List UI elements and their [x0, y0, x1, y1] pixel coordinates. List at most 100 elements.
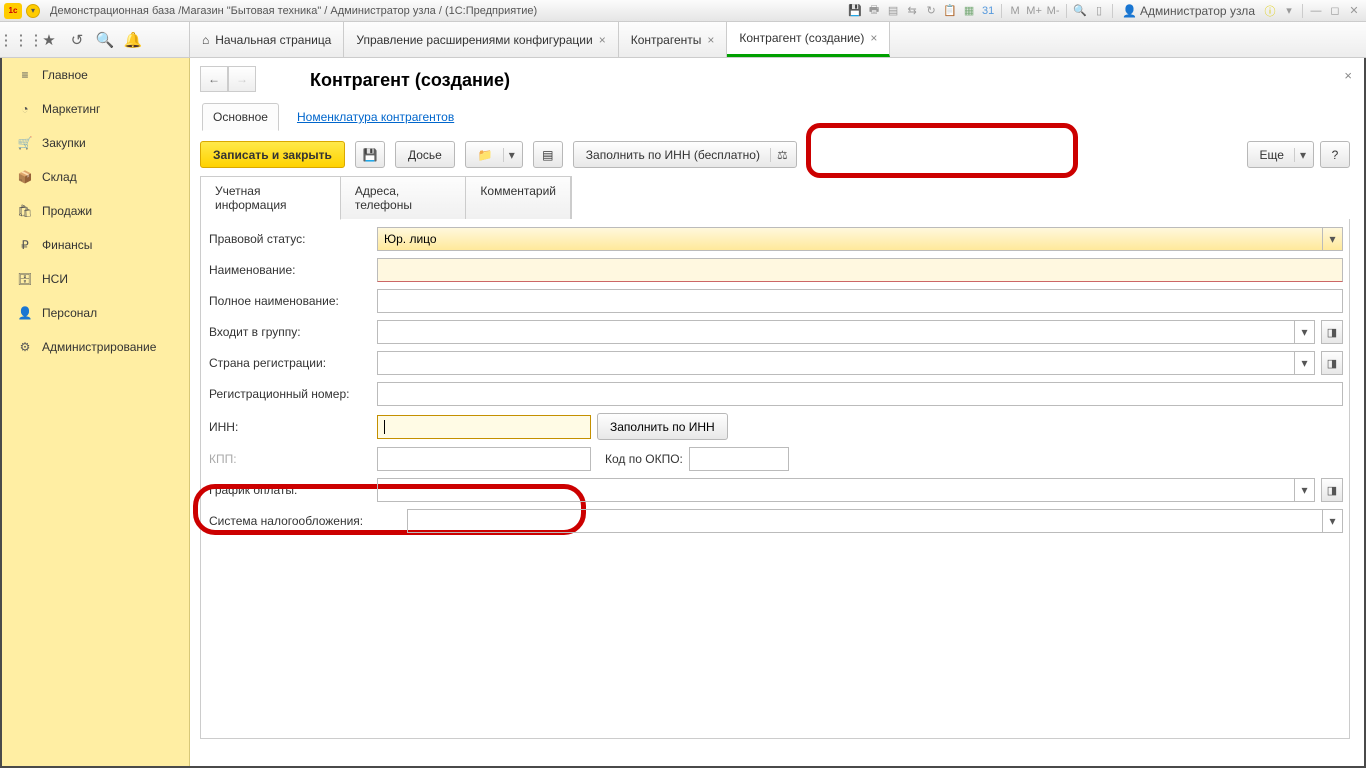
fill-by-inn-free-button[interactable]: Заполнить по ИНН (бесплатно) ⚖ — [573, 141, 797, 168]
minimize-icon[interactable]: — — [1308, 3, 1324, 19]
legal-status-select[interactable]: Юр. лицо ▾ — [377, 227, 1343, 251]
zoom-icon[interactable]: 🔍 — [1072, 3, 1088, 19]
legal-icon[interactable]: ⚖ — [770, 148, 794, 162]
apps-icon[interactable]: ⋮⋮⋮ — [12, 31, 30, 49]
current-user[interactable]: 👤Администратор узла — [1118, 4, 1259, 18]
refresh-icon[interactable]: ↻ — [923, 3, 939, 19]
tab-close-icon[interactable]: × — [707, 33, 714, 47]
schedule-select[interactable]: ▾ — [377, 478, 1315, 502]
app-logo: 1c — [4, 3, 22, 19]
country-select[interactable]: ▾ — [377, 351, 1315, 375]
compare-icon[interactable]: ⇆ — [904, 3, 920, 19]
name-label: Наименование: — [207, 263, 377, 277]
sidebar-item-warehouse[interactable]: 📦Склад — [2, 160, 189, 194]
sidebar-item-sales[interactable]: 🛍Продажи — [2, 194, 189, 228]
calendar-icon[interactable]: 31 — [980, 3, 996, 19]
chevron-down-icon[interactable]: ▾ — [1294, 148, 1311, 162]
regnum-input[interactable] — [377, 382, 1343, 406]
doc-icon[interactable]: ▤ — [885, 3, 901, 19]
open-button[interactable]: ◨ — [1321, 320, 1343, 344]
save-button[interactable]: 💾 — [355, 141, 385, 168]
help-button[interactable]: ? — [1320, 141, 1350, 168]
tab-contractors[interactable]: Контрагенты × — [619, 22, 728, 57]
group-select[interactable]: ▾ — [377, 320, 1315, 344]
nav-back-button[interactable]: ← — [200, 66, 228, 92]
close-icon[interactable]: ✕ — [1346, 3, 1362, 19]
okpo-input[interactable] — [689, 447, 789, 471]
sidebar-item-marketing[interactable]: ◔Маркетинг — [2, 92, 189, 126]
calc-icon[interactable]: ▦ — [961, 3, 977, 19]
chevron-down-icon[interactable]: ▾ — [1322, 510, 1342, 532]
sidebar-label: Финансы — [42, 238, 92, 252]
chevron-down-icon[interactable]: ▾ — [1294, 321, 1314, 343]
sidebar-item-personnel[interactable]: 👤 Персонал — [2, 296, 189, 330]
sidebar-item-admin[interactable]: ⚙Администрирование — [2, 330, 189, 364]
panel-icon[interactable]: ▯ — [1091, 3, 1107, 19]
kpp-input[interactable] — [377, 447, 591, 471]
save-icon[interactable]: 💾 — [847, 3, 863, 19]
print-icon[interactable]: 🖶 — [866, 3, 882, 19]
tab-close-icon[interactable]: × — [599, 33, 606, 47]
m-plus-icon[interactable]: M+ — [1026, 3, 1042, 19]
folder-icon: 📁 — [478, 148, 493, 162]
tab-close-icon[interactable]: × — [870, 31, 877, 45]
tab-extensions[interactable]: Управление расширениями конфигурации × — [344, 22, 618, 57]
sidebar-label: Персонал — [42, 306, 97, 320]
sidebar-label: Администрирование — [42, 340, 156, 354]
app-menu-dropdown[interactable]: ▾ — [26, 4, 40, 18]
tax-select[interactable]: ▾ — [407, 509, 1343, 533]
cabinet-icon: 🗄 — [16, 270, 34, 288]
subtab-main[interactable]: Основное — [202, 103, 279, 131]
tab-label: Контрагент (создание) — [739, 31, 864, 45]
chevron-down-icon[interactable]: ▾ — [1322, 228, 1342, 250]
open-button[interactable]: ◨ — [1321, 478, 1343, 502]
home-icon: ⌂ — [202, 33, 209, 47]
country-label: Страна регистрации: — [207, 356, 377, 370]
save-and-close-button[interactable]: Записать и закрыть — [200, 141, 345, 168]
tab-label: Контрагенты — [631, 33, 702, 47]
open-button[interactable]: ◨ — [1321, 351, 1343, 375]
chevron-down-icon[interactable]: ▾ — [1294, 352, 1314, 374]
history-icon[interactable]: ↺ — [68, 31, 86, 49]
formtab-comment[interactable]: Комментарий — [466, 177, 571, 219]
m-icon[interactable]: M — [1007, 3, 1023, 19]
full-name-input[interactable] — [377, 289, 1343, 313]
formtab-accounting[interactable]: Учетная информация — [201, 177, 341, 220]
inn-label: ИНН: — [207, 420, 377, 434]
person-icon: 👤 — [16, 304, 34, 322]
more-button[interactable]: Еще▾ — [1247, 141, 1314, 168]
page-close-icon[interactable]: × — [1344, 68, 1352, 83]
subtab-nomenclature[interactable]: Номенклатура контрагентов — [295, 104, 456, 130]
sidebar-label: Продажи — [42, 204, 92, 218]
sidebar: ≡Главное ◔Маркетинг 🛒Закупки 📦Склад 🛍Про… — [2, 58, 190, 766]
tab-home[interactable]: ⌂ Начальная страница — [190, 22, 344, 57]
folder-button[interactable]: 📁▾ — [465, 141, 523, 168]
sidebar-item-nsi[interactable]: 🗄НСИ — [2, 262, 189, 296]
sidebar-label: Главное — [42, 68, 88, 82]
bell-icon[interactable]: 🔔 — [124, 31, 142, 49]
clipboard-icon[interactable]: 📋 — [942, 3, 958, 19]
dropdown-icon[interactable]: ▾ — [1281, 3, 1297, 19]
list-icon: ▤ — [542, 148, 553, 162]
legal-status-label: Правовой статус: — [207, 232, 377, 246]
dossier-button[interactable]: Досье — [395, 141, 455, 168]
fill-by-inn-button[interactable]: Заполнить по ИНН — [597, 413, 728, 440]
okpo-label: Код по ОКПО: — [603, 452, 683, 466]
inn-input[interactable] — [377, 415, 591, 439]
window-title: Демонстрационная база /Магазин "Бытовая … — [50, 5, 537, 17]
tab-contractor-create[interactable]: Контрагент (создание) × — [727, 22, 890, 57]
chevron-down-icon[interactable]: ▾ — [503, 148, 520, 162]
m-minus-icon[interactable]: M- — [1045, 3, 1061, 19]
main-tabbar: ⋮⋮⋮ ★ ↺ 🔍 🔔 ⌂ Начальная страница Управле… — [0, 22, 1366, 58]
formtab-addresses[interactable]: Адреса, телефоны — [341, 177, 467, 219]
star-icon[interactable]: ★ — [40, 31, 58, 49]
maximize-icon[interactable]: ◻ — [1327, 3, 1343, 19]
name-input[interactable] — [377, 258, 1343, 282]
sidebar-item-main[interactable]: ≡Главное — [2, 58, 189, 92]
sidebar-item-purchases[interactable]: 🛒Закупки — [2, 126, 189, 160]
sidebar-item-finance[interactable]: ₽Финансы — [2, 228, 189, 262]
info-icon[interactable]: ⓘ — [1262, 3, 1278, 19]
chevron-down-icon[interactable]: ▾ — [1294, 479, 1314, 501]
list-button[interactable]: ▤ — [533, 141, 563, 168]
search-icon[interactable]: 🔍 — [96, 31, 114, 49]
